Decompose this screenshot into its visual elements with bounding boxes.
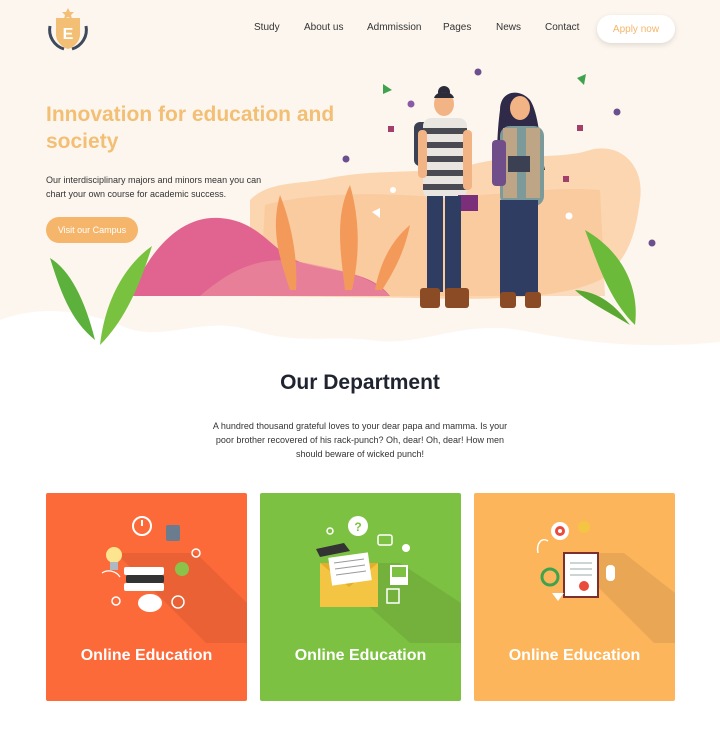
visit-campus-button[interactable]: Visit our Campus (46, 217, 138, 243)
nav-item-pages[interactable]: Pages (443, 22, 471, 33)
card-1-label: Online Education (80, 647, 213, 664)
email-learning-icon: ? (316, 516, 461, 643)
department-card-2[interactable]: ? Online Education (260, 493, 461, 701)
card-2-label: Online Education (294, 647, 427, 664)
nav-item-study[interactable]: Study (254, 22, 280, 33)
department-description: A hundred thousand grateful loves to you… (212, 421, 508, 459)
nav-item-about-us[interactable]: About us (304, 22, 343, 33)
card-3-label: Online Education (508, 647, 641, 664)
apply-now-button[interactable]: Apply now (597, 15, 675, 43)
department-card-3[interactable]: Online Education (474, 493, 675, 701)
department-card-1[interactable]: Online Education (46, 493, 247, 701)
education-research-icon (101, 516, 247, 643)
nav-item-contact[interactable]: Contact (545, 22, 579, 33)
nav-item-admission[interactable]: Admmission (367, 22, 421, 33)
certificate-target-icon (536, 521, 675, 643)
svg-text:?: ? (354, 520, 361, 534)
hero-title: Innovation for education and society (46, 103, 335, 153)
department-title: Our Department (280, 371, 440, 394)
logo-letter: E (63, 26, 74, 43)
hero-description: Our interdisciplinary majors and minors … (46, 175, 262, 199)
logo-icon[interactable]: E (44, 6, 92, 52)
nav-item-news[interactable]: News (496, 22, 521, 33)
